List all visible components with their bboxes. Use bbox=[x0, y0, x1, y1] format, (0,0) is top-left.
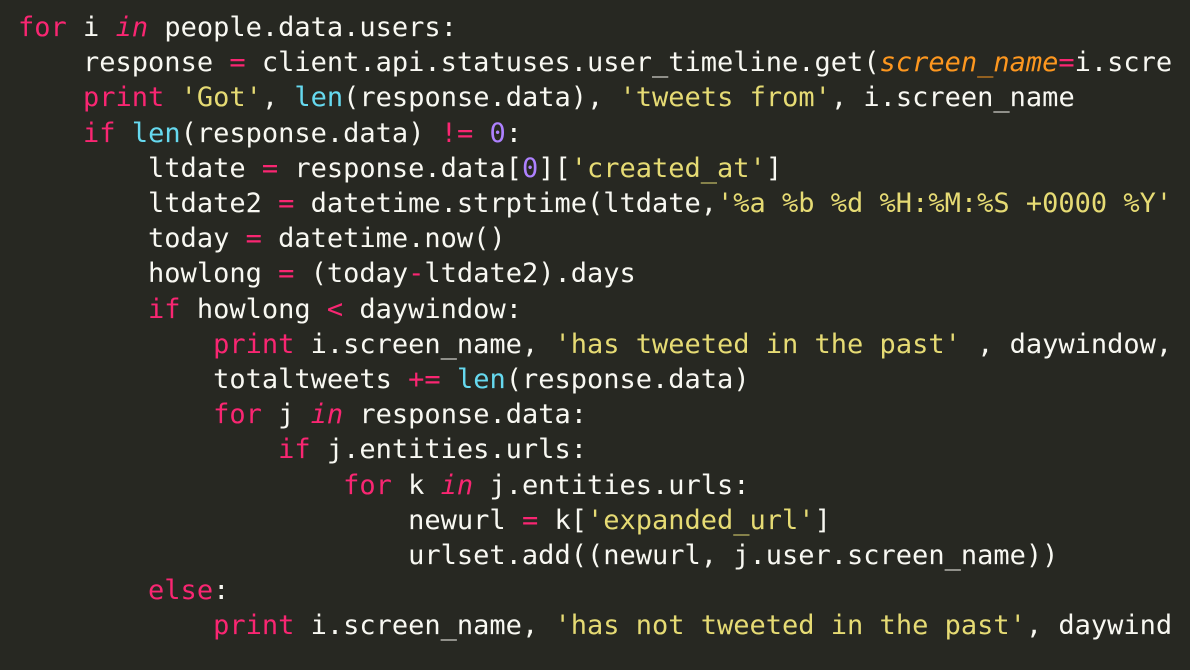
code-token: 'tweets from' bbox=[620, 82, 831, 113]
code-token: 'has not tweeted in the past' bbox=[554, 610, 1025, 641]
code-token: if bbox=[278, 434, 311, 465]
code-token: , bbox=[831, 82, 864, 113]
code-token: for bbox=[343, 470, 392, 501]
code-token: in bbox=[441, 470, 474, 501]
code-token: , bbox=[522, 610, 555, 641]
code-token: - bbox=[408, 258, 424, 289]
code-token: in bbox=[116, 12, 149, 43]
code-token: ( bbox=[181, 118, 197, 149]
code-token: 0 bbox=[522, 153, 538, 184]
code-token: : bbox=[506, 118, 522, 149]
code-token: += bbox=[408, 364, 441, 395]
code-token: j bbox=[262, 399, 311, 430]
code-token: for bbox=[18, 12, 67, 43]
code-token: if bbox=[148, 294, 181, 325]
code-token: len bbox=[132, 118, 181, 149]
code-token: ltdate2 bbox=[148, 188, 278, 219]
code-token bbox=[473, 118, 489, 149]
code-token: 'Got' bbox=[181, 82, 262, 113]
code-token: (today bbox=[294, 258, 408, 289]
code-token: = bbox=[246, 223, 262, 254]
code-token: < bbox=[327, 294, 343, 325]
code-token: client.api.statuses.user_timeline.get( bbox=[246, 47, 880, 78]
code-token bbox=[164, 82, 180, 113]
code-token: ltdate2).days bbox=[424, 258, 635, 289]
code-token: j.entities.urls bbox=[473, 470, 733, 501]
code-token: print bbox=[213, 610, 294, 641]
code-token: ( bbox=[343, 82, 359, 113]
code-token: response.data bbox=[359, 82, 570, 113]
code-token: 0 bbox=[489, 118, 505, 149]
code-token: print bbox=[213, 329, 294, 360]
code-token: : bbox=[506, 294, 522, 325]
code-token: : bbox=[571, 434, 587, 465]
code-token: response.data[ bbox=[278, 153, 522, 184]
code-token: j.entities.urls bbox=[311, 434, 571, 465]
code-token: response.data bbox=[197, 118, 408, 149]
code-token: ), bbox=[571, 82, 620, 113]
code-token: i.screen_name bbox=[294, 329, 522, 360]
code-token: = bbox=[522, 505, 538, 536]
code-token: k bbox=[392, 470, 441, 501]
code-token: = bbox=[278, 188, 294, 219]
code-token: newurl bbox=[408, 505, 522, 536]
code-token: in bbox=[311, 399, 344, 430]
code-token bbox=[116, 118, 132, 149]
code-token: 'created_at' bbox=[571, 153, 766, 184]
code-token: = bbox=[1058, 47, 1074, 78]
code-token: today bbox=[148, 223, 246, 254]
code-token: daywind bbox=[1058, 610, 1172, 641]
code-token: ] bbox=[766, 153, 782, 184]
code-token: ] bbox=[815, 505, 831, 536]
code-token: k[ bbox=[538, 505, 587, 536]
code-token: ( bbox=[506, 364, 522, 395]
code-editor[interactable]: for i in people.data.users: response = c… bbox=[0, 0, 1190, 654]
code-token: = bbox=[278, 258, 294, 289]
code-token: datetime.now() bbox=[262, 223, 506, 254]
code-token: response.data bbox=[522, 364, 733, 395]
code-token: ) bbox=[733, 364, 749, 395]
code-token: response bbox=[83, 47, 229, 78]
code-token: totaltweets bbox=[213, 364, 408, 395]
code-token: screen_name bbox=[880, 47, 1059, 78]
code-token: = bbox=[262, 153, 278, 184]
code-token: 'expanded_url' bbox=[587, 505, 815, 536]
code-token: != bbox=[441, 118, 474, 149]
code-token: : bbox=[571, 399, 587, 430]
code-token: , bbox=[961, 329, 1010, 360]
code-token: : bbox=[733, 470, 749, 501]
code-token: response.data bbox=[343, 399, 571, 430]
code-token: if bbox=[83, 118, 116, 149]
code-token: , bbox=[522, 329, 555, 360]
code-token: daywindow, bbox=[1010, 329, 1189, 360]
code-token: ) bbox=[408, 118, 441, 149]
code-token bbox=[441, 364, 457, 395]
code-token: len bbox=[457, 364, 506, 395]
code-token: people.data.users bbox=[148, 12, 441, 43]
code-token: i.screen_name bbox=[863, 82, 1074, 113]
code-token: else bbox=[148, 575, 213, 606]
code-token: urlset.add((newurl, j.user.screen_name)) bbox=[408, 540, 1058, 571]
code-token: datetime.strptime(ltdate, bbox=[294, 188, 717, 219]
code-token: howlong bbox=[148, 258, 278, 289]
code-token: : bbox=[441, 12, 457, 43]
code-token: for bbox=[213, 399, 262, 430]
code-token: '%a %b %d %H:%M:%S +0000 %Y' bbox=[717, 188, 1172, 219]
code-token: ltdate bbox=[148, 153, 262, 184]
code-token: i bbox=[67, 12, 116, 43]
code-token: 'has tweeted in the past' bbox=[554, 329, 960, 360]
code-token: = bbox=[229, 47, 245, 78]
code-token: , bbox=[1026, 610, 1059, 641]
code-token: , bbox=[262, 82, 295, 113]
code-token: daywindow bbox=[343, 294, 506, 325]
code-token: i.screen_name bbox=[294, 610, 522, 641]
code-token: print bbox=[83, 82, 164, 113]
code-token: howlong bbox=[181, 294, 327, 325]
code-token: len bbox=[294, 82, 343, 113]
code-token: i.scre bbox=[1075, 47, 1173, 78]
code-token: : bbox=[213, 575, 229, 606]
code-token: ][ bbox=[538, 153, 571, 184]
